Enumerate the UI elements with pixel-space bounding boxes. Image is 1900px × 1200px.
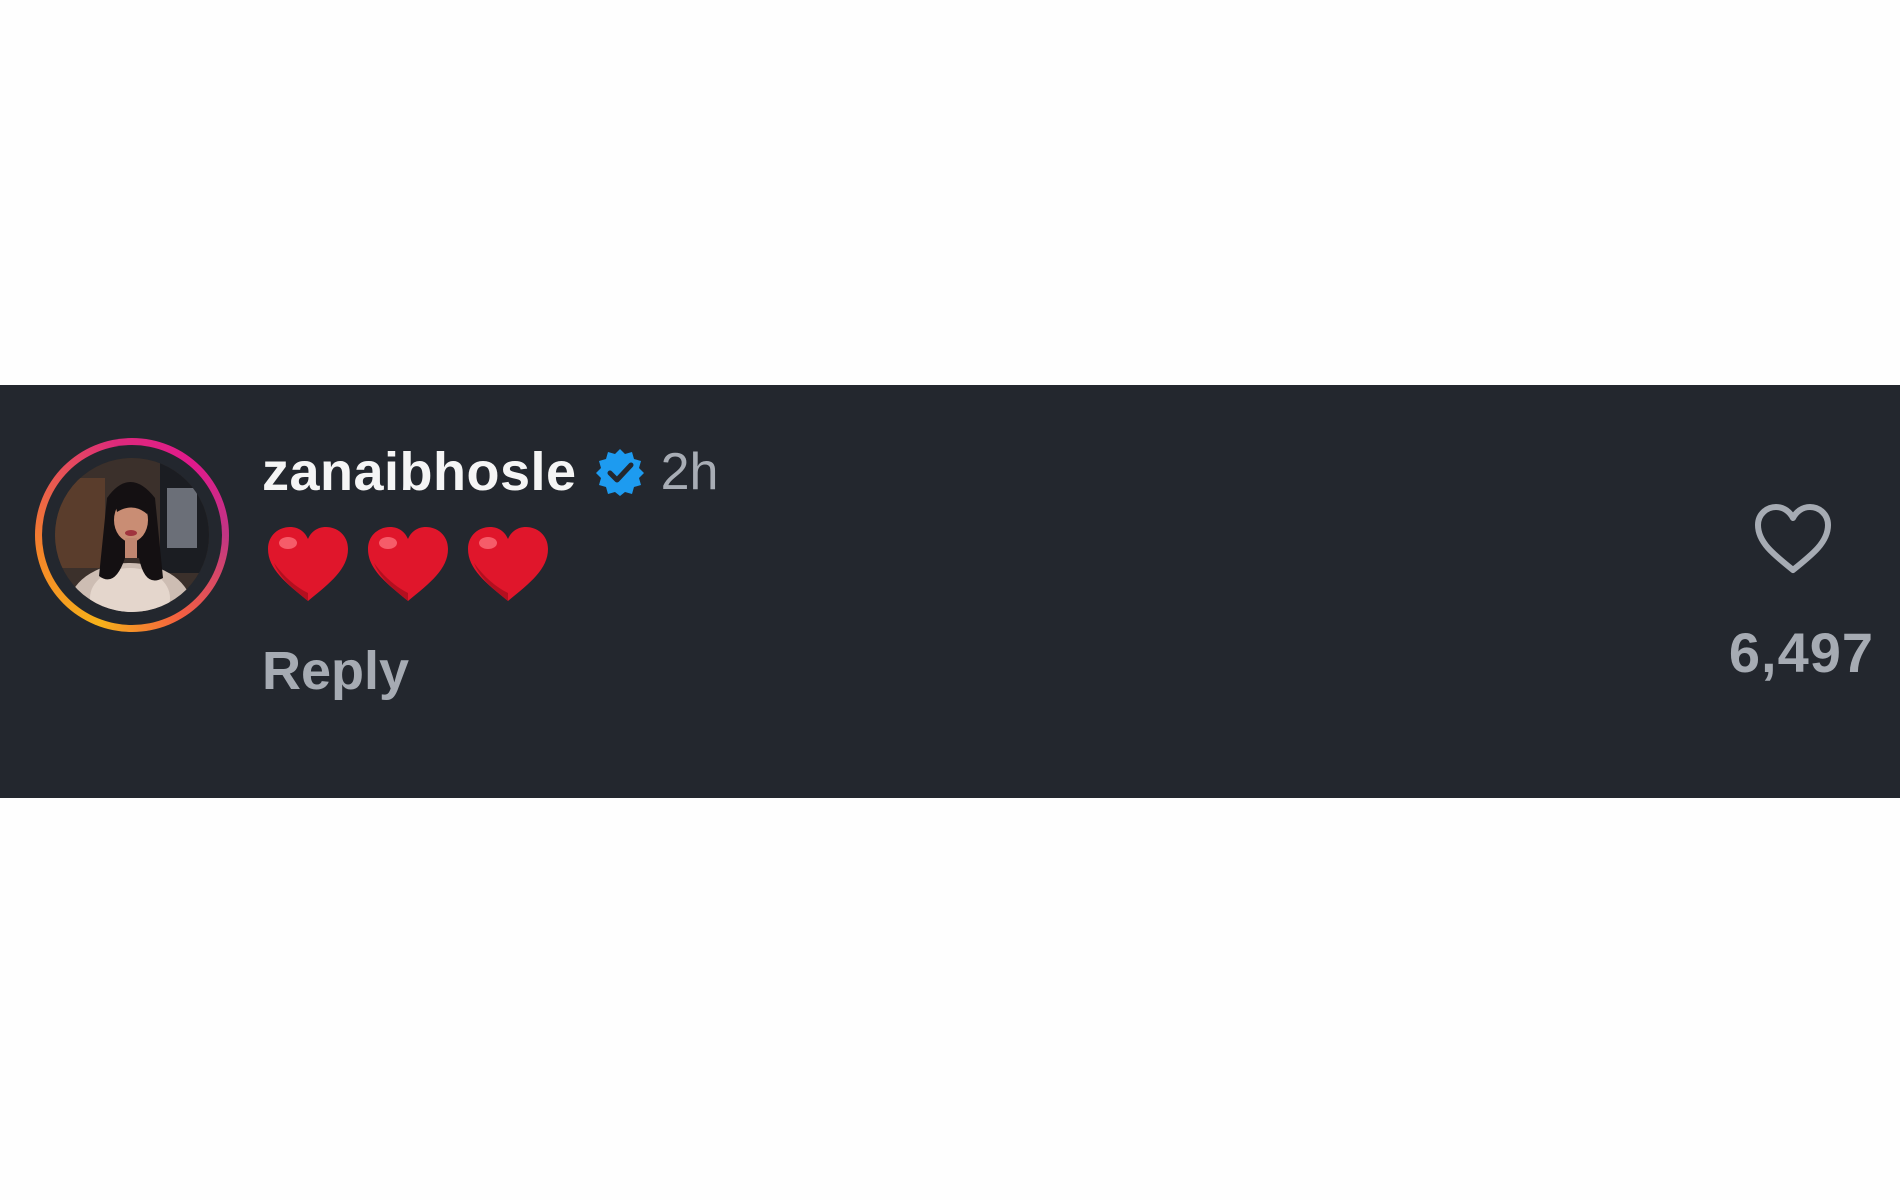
page: zanaibhosle 2h Reply 6,497 [0, 0, 1900, 1200]
avatar-gap [42, 445, 222, 625]
avatar[interactable] [55, 458, 209, 612]
like-count: 6,497 [1728, 621, 1874, 684]
red-heart-icon [368, 527, 448, 601]
story-ring[interactable] [35, 438, 229, 632]
red-heart-icon [468, 527, 548, 601]
comment-header: zanaibhosle 2h [262, 437, 718, 507]
red-heart-icon [268, 527, 348, 601]
comment-text [266, 525, 550, 605]
heart-outline-icon[interactable] [1753, 503, 1833, 575]
avatar-photo [55, 458, 209, 612]
timestamp: 2h [660, 443, 719, 501]
reply-button[interactable]: Reply [262, 640, 409, 702]
verified-badge-icon [595, 449, 644, 496]
comment-card: zanaibhosle 2h Reply 6,497 [0, 385, 1900, 798]
username[interactable]: zanaibhosle [262, 441, 577, 503]
